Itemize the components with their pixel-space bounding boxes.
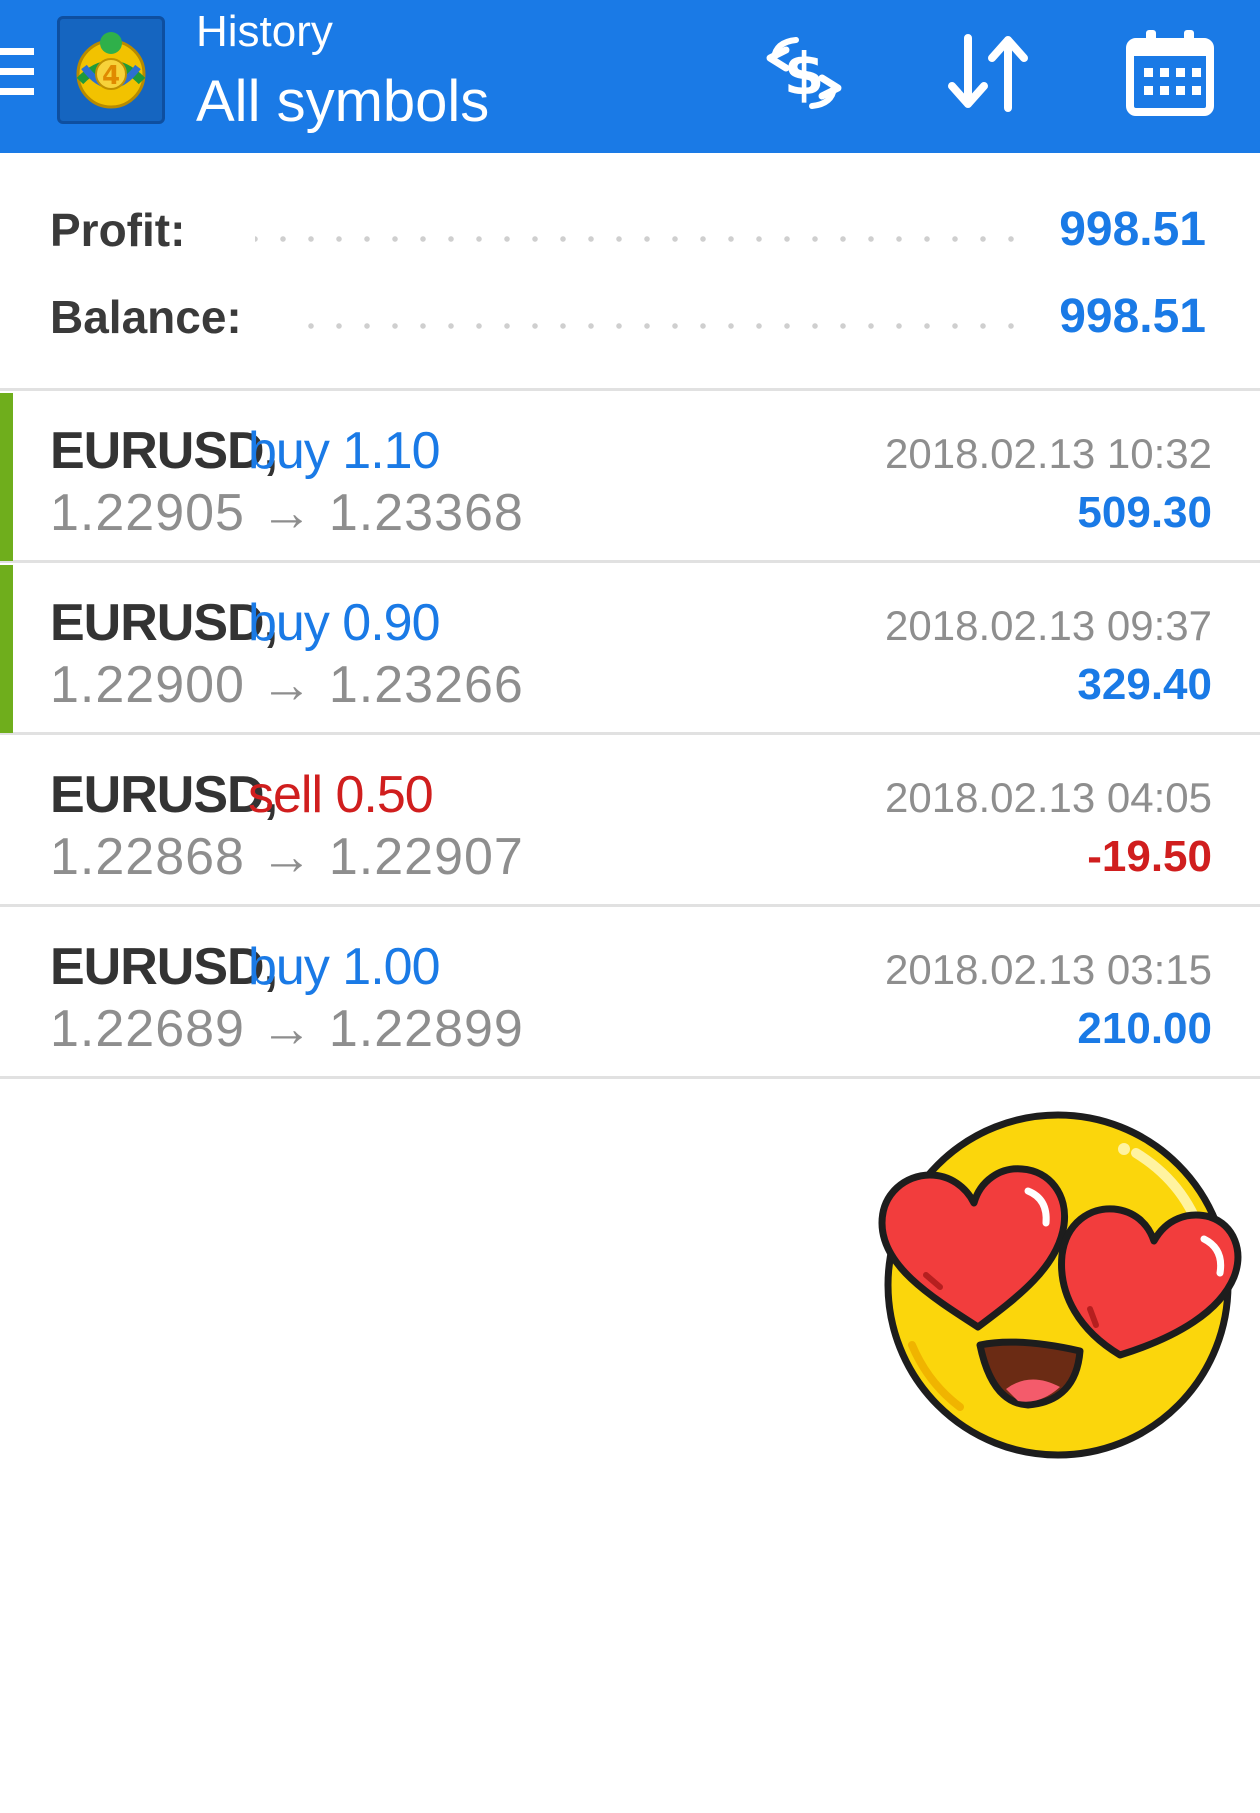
metatrader-4-logo: 4 bbox=[57, 16, 165, 124]
profit-accent-bar bbox=[0, 565, 13, 733]
dotted-leader bbox=[305, 323, 1025, 329]
trade-row[interactable]: EURUSD, sell 0.50 1.22868 → 1.22907 2018… bbox=[0, 737, 1260, 907]
trade-profit: 210.00 bbox=[1077, 1004, 1212, 1053]
summary-divider bbox=[0, 388, 1260, 391]
dotted-leader bbox=[255, 236, 1025, 242]
trade-profit: 329.40 bbox=[1077, 660, 1212, 709]
trade-profit: 509.30 bbox=[1077, 488, 1212, 537]
trade-prices: 1.22868 → 1.22907 bbox=[50, 828, 524, 886]
trade-profit: -19.50 bbox=[1087, 832, 1212, 881]
top-app-bar: 4 History All symbols $ bbox=[0, 0, 1260, 153]
trade-side-volume: buy 1.10 bbox=[248, 422, 440, 480]
heart-eyes-emoji bbox=[868, 1105, 1248, 1465]
balance-value: 998.51 bbox=[1059, 290, 1206, 343]
screen-subtitle: History bbox=[196, 7, 333, 56]
trade-prices: 1.22689 → 1.22899 bbox=[50, 1000, 524, 1058]
currency-exchange-icon[interactable]: $ bbox=[756, 28, 852, 118]
trade-side-volume: buy 0.90 bbox=[248, 594, 440, 652]
trade-symbol: EURUSD, bbox=[50, 594, 278, 652]
trade-prices: 1.22905 → 1.23368 bbox=[50, 484, 524, 542]
trade-row[interactable]: EURUSD, buy 1.10 1.22905 → 1.23368 2018.… bbox=[0, 393, 1260, 563]
trade-side-volume: buy 1.00 bbox=[248, 938, 440, 996]
trade-prices: 1.22900 → 1.23266 bbox=[50, 656, 524, 714]
trade-time: 2018.02.13 04:05 bbox=[885, 774, 1212, 821]
trade-symbol: EURUSD, bbox=[50, 766, 278, 824]
balance-label: Balance: bbox=[50, 291, 242, 343]
trade-row[interactable]: EURUSD, buy 0.90 1.22900 → 1.23266 2018.… bbox=[0, 565, 1260, 735]
profit-accent-bar bbox=[0, 393, 13, 561]
calendar-icon[interactable] bbox=[1122, 28, 1218, 118]
trade-symbol: EURUSD, bbox=[50, 422, 278, 480]
profit-label: Profit: bbox=[50, 204, 186, 256]
trade-row[interactable]: EURUSD, buy 1.00 1.22689 → 1.22899 2018.… bbox=[0, 909, 1260, 1079]
balance-summary-row: Balance: 998.51 bbox=[0, 287, 1260, 347]
profit-value: 998.51 bbox=[1059, 203, 1206, 256]
trade-symbol: EURUSD, bbox=[50, 938, 278, 996]
sort-icon[interactable] bbox=[940, 28, 1036, 118]
trade-time: 2018.02.13 03:15 bbox=[885, 946, 1212, 993]
trade-time: 2018.02.13 10:32 bbox=[885, 430, 1212, 477]
menu-icon[interactable] bbox=[0, 48, 36, 100]
trade-side-volume: sell 0.50 bbox=[248, 766, 434, 824]
symbol-filter-title[interactable]: All symbols bbox=[196, 68, 489, 136]
logo-digit: 4 bbox=[102, 61, 120, 91]
profit-summary-row: Profit: 998.51 bbox=[0, 200, 1260, 260]
svg-text:$: $ bbox=[784, 40, 824, 108]
trade-time: 2018.02.13 09:37 bbox=[885, 602, 1212, 649]
